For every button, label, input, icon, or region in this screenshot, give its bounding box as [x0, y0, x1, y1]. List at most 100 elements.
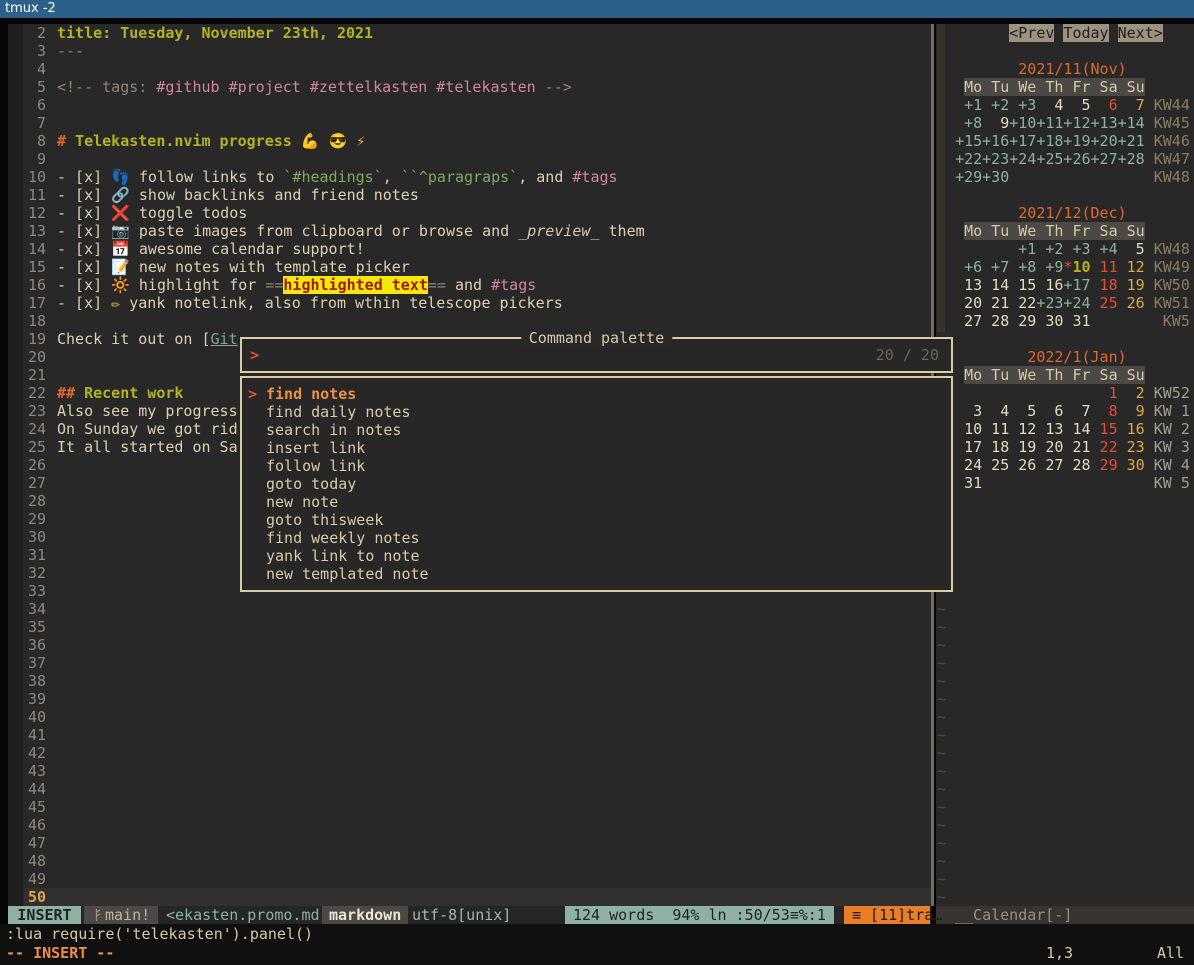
- calendar-day-past[interactable]: +1 +2 +3 +4: [1009, 240, 1117, 258]
- calendar-day[interactable]: 9: [982, 114, 1009, 132]
- calendar-row: 27 28 29 30 31 KW5: [937, 312, 1190, 330]
- calendar-nav-button[interactable]: Today: [1063, 24, 1108, 42]
- calendar-day-sunday[interactable]: 30: [1118, 456, 1145, 474]
- line-number: 48: [8, 852, 57, 870]
- palette-item[interactable]: goto today: [242, 475, 951, 493]
- calendar-day[interactable]: 13 14 15 16: [955, 276, 1063, 294]
- text: new notes with template picker: [139, 258, 410, 276]
- calendar-day-saturday[interactable]: 25: [1091, 294, 1118, 312]
- statusline-buffer-list[interactable]: ≡ [11]tra…: [844, 906, 930, 924]
- statusline-wordcount: 124 words 94% ln :50/53≡%:1: [565, 906, 834, 924]
- calendar-day-past[interactable]: +6 +7 +8 +9: [955, 258, 1063, 276]
- spacer: [1145, 114, 1154, 132]
- calendar-day-sunday[interactable]: 23: [1118, 438, 1145, 456]
- calendar-day-saturday[interactable]: 15: [1091, 420, 1118, 438]
- palette-item-label: new note: [266, 493, 338, 511]
- calendar-row: +29+30 KW48: [937, 168, 1190, 186]
- spacer: [937, 168, 955, 186]
- calendar-week-number: KW51: [1154, 294, 1190, 312]
- palette-item[interactable]: follow link: [242, 457, 951, 475]
- calendar-day-past[interactable]: +8: [955, 114, 982, 132]
- calendar-day-sunday[interactable]: 16: [1118, 420, 1145, 438]
- calendar-day-saturday[interactable]: 22: [1091, 438, 1118, 456]
- calendar-day[interactable]: 20 21 22: [955, 294, 1036, 312]
- hashtag[interactable]: #github #project #zettelkasten #telekast…: [156, 78, 535, 96]
- buffer-line: 49: [8, 870, 931, 888]
- calendar-day-sunday[interactable]: 9: [1118, 402, 1145, 420]
- calendar-day-saturday[interactable]: 29: [1091, 456, 1118, 474]
- calendar-day[interactable]: 5: [1118, 240, 1145, 258]
- calendar-row: +1 +2 +3 +4 5 KW48: [937, 240, 1190, 258]
- text: - [x]: [57, 276, 111, 294]
- tilde: ~: [937, 762, 946, 780]
- calendar-day[interactable]: 10 11 12 13 14: [955, 420, 1090, 438]
- palette-item[interactable]: new templated note: [242, 565, 951, 583]
- palette-item[interactable]: yank link to note: [242, 547, 951, 565]
- calendar-day[interactable]: 3 4 5 6 7: [955, 402, 1090, 420]
- line-number: 20: [8, 348, 57, 366]
- line-number: 27: [8, 474, 57, 492]
- line-number: 30: [8, 528, 57, 546]
- line-number: 5: [8, 78, 57, 96]
- calendar-month-title: 2022/1(Jan): [1027, 348, 1126, 366]
- palette-item[interactable]: insert link: [242, 439, 951, 457]
- calendar-day-sunday[interactable]: 7: [1118, 96, 1145, 114]
- palette-item-label: find weekly notes: [266, 529, 420, 547]
- calendar-week-number: KW44: [1154, 96, 1190, 114]
- calendar-row: +6 +7 +8 +9*10 11 12 KW49: [937, 258, 1190, 276]
- calendar-day-saturday[interactable]: 11: [1091, 258, 1118, 276]
- line-number: 29: [8, 510, 57, 528]
- calendar-day-saturday[interactable]: 18: [1091, 276, 1118, 294]
- calendar-nav-button[interactable]: <Prev: [1009, 24, 1054, 42]
- calendar-day[interactable]: 17 18 19 20 21: [955, 438, 1090, 456]
- calendar-day[interactable]: 24 25 26 27 28: [955, 456, 1090, 474]
- palette-item-label: yank link to note: [266, 547, 420, 565]
- cursor-line: 50: [8, 888, 931, 906]
- link[interactable]: Git: [211, 330, 238, 348]
- command-line[interactable]: :lua require('telekasten').panel(): [6, 925, 313, 943]
- calendar-day[interactable]: 27 28 29 30 31: [955, 312, 1090, 330]
- buffer-line: 18: [8, 312, 931, 330]
- calendar-nav-button[interactable]: Next>: [1118, 24, 1163, 42]
- hashtag[interactable]: #tags: [491, 276, 536, 294]
- calendar-day-today[interactable]: 10: [1072, 258, 1090, 276]
- buffer-line: 2title: Tuesday, November 23th, 2021: [8, 24, 931, 42]
- heading: Recent work: [75, 384, 183, 402]
- palette-item[interactable]: search in notes: [242, 421, 951, 439]
- palette-item[interactable]: goto thisweek: [242, 511, 951, 529]
- line-number: 26: [8, 456, 57, 474]
- calendar-day[interactable]: 31: [955, 474, 982, 492]
- hashtag[interactable]: #tags: [572, 168, 617, 186]
- selection-marker: [248, 403, 266, 421]
- palette-item[interactable]: find daily notes: [242, 403, 951, 421]
- calendar-day-saturday[interactable]: 8: [1091, 402, 1118, 420]
- calendar-row: 20 21 22+23+24 25 26 KW51: [937, 294, 1190, 312]
- calendar-day-past[interactable]: +15+16+17+18+19+20+21: [955, 132, 1145, 150]
- calendar-day-past[interactable]: +10+11+12+13+14: [1009, 114, 1144, 132]
- line-number: 22: [8, 384, 57, 402]
- calendar-day-past[interactable]: +23+24: [1036, 294, 1090, 312]
- calendar-week-number: KW 5: [1154, 474, 1190, 492]
- buffer-line: 5<!-- tags: #github #project #zettelkast…: [8, 78, 931, 96]
- calendar-day-past[interactable]: +29+30: [955, 168, 1009, 186]
- buffer-line: 3---: [8, 42, 931, 60]
- palette-item[interactable]: find weekly notes: [242, 529, 951, 547]
- calendar-day-sunday[interactable]: 12: [1118, 258, 1145, 276]
- statusline-encoding: utf-8[unix]: [412, 906, 511, 924]
- calendar-day-sunday[interactable]: 19: [1118, 276, 1145, 294]
- calendar-day-past[interactable]: +17: [1063, 276, 1090, 294]
- calendar-day[interactable]: 4 5: [1036, 96, 1090, 114]
- empty-line-tilde: ~: [937, 780, 946, 798]
- text: yank notelink, also from wthin telescope…: [129, 294, 562, 312]
- calendar-day-saturday[interactable]: 1: [1091, 384, 1118, 402]
- palette-prompt-input[interactable]: >: [250, 346, 259, 364]
- calendar-day-saturday[interactable]: 6: [1091, 96, 1118, 114]
- calendar-day-sunday[interactable]: 2: [1118, 384, 1145, 402]
- palette-item[interactable]: new note: [242, 493, 951, 511]
- statusline-git-branch[interactable]: main!: [84, 906, 158, 924]
- calendar-day-sunday[interactable]: 26: [1118, 294, 1145, 312]
- empty-line-tilde: ~: [937, 672, 946, 690]
- calendar-day-past[interactable]: +1 +2 +3: [955, 96, 1036, 114]
- palette-item[interactable]: >find notes: [242, 385, 951, 403]
- calendar-day-past[interactable]: +22+23+24+25+26+27+28: [955, 150, 1145, 168]
